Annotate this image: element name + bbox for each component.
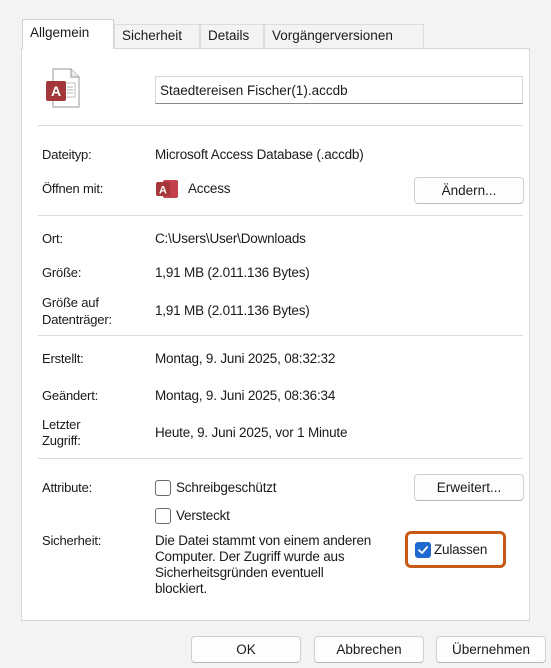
groesse-label: Größe: [42,265,82,280]
groesse-auf-datentraeger-value: 1,91 MB (2.011.136 Bytes) [155,303,310,318]
ort-label: Ort: [42,231,63,246]
erstellt-label: Erstellt: [42,351,84,366]
letzter-zugriff-value: Heute, 9. Juni 2025, vor 1 Minute [155,425,348,440]
geaendert-value: Montag, 9. Juni 2025, 08:36:34 [155,388,336,403]
tab-vorgaengerversionen[interactable]: Vorgängerversionen [264,24,424,48]
groesse-auf-datentraeger-label-line1: Größe auf [42,295,99,310]
erstellt-value: Montag, 9. Juni 2025, 08:32:32 [155,351,336,366]
tab-details[interactable]: Details [200,24,264,48]
access-file-icon: A [46,68,80,108]
security-text-line3: Sicherheitsgründen eventuell [155,565,324,580]
access-app-icon: A [156,180,178,198]
tab-sicherheit[interactable]: Sicherheit [114,24,200,48]
letzter-zugriff-label-line1: Letzter [42,417,81,432]
ort-value: C:\Users\User\Downloads [155,231,306,246]
attribute-label: Attribute: [42,480,93,495]
sicherheit-label: Sicherheit: [42,533,102,548]
separator [38,458,523,459]
ok-button[interactable]: OK [191,636,301,663]
groesse-auf-datentraeger-label-line2: Datenträger: [42,312,112,327]
security-text-line1: Die Datei stammt von einem anderen [155,533,372,548]
geaendert-label: Geändert: [42,388,99,403]
checkmark-icon [418,546,429,554]
separator [38,215,523,216]
file-name-input[interactable] [155,76,523,104]
tab-allgemein[interactable]: Allgemein [22,19,114,49]
groesse-value: 1,91 MB (2.011.136 Bytes) [155,265,310,280]
security-text-line2: Computer. Der Zugriff wurde aus [155,549,345,564]
hidden-checkbox[interactable] [155,508,171,524]
svg-text:A: A [51,83,61,99]
security-text-line4: blockiert. [155,581,208,596]
cancel-button[interactable]: Abbrechen [314,636,424,663]
advanced-attributes-button[interactable]: Erweitert... [414,474,524,501]
oeffnen-mit-app: Access [188,181,231,196]
change-app-button[interactable]: Ändern... [414,177,524,204]
separator [38,125,523,126]
apply-button[interactable]: Übernehmen [436,636,546,663]
allow-checkbox[interactable] [415,542,431,558]
svg-text:A: A [159,185,167,197]
readonly-checkbox[interactable] [155,480,171,496]
oeffnen-mit-label: Öffnen mit: [42,181,104,196]
tab-strip: Allgemein Sicherheit Details Vorgängerve… [0,0,551,49]
letzter-zugriff-label-line2: Zugriff: [42,433,81,448]
dateityp-label: Dateityp: [42,147,92,162]
dateityp-value: Microsoft Access Database (.accdb) [155,147,364,162]
properties-panel: A Dateityp: Microsoft Access Database (.… [21,48,530,621]
separator [38,335,523,336]
hidden-label: Versteckt [176,508,230,523]
allow-label: Zulassen [434,542,488,557]
readonly-label: Schreibgeschützt [176,480,277,495]
